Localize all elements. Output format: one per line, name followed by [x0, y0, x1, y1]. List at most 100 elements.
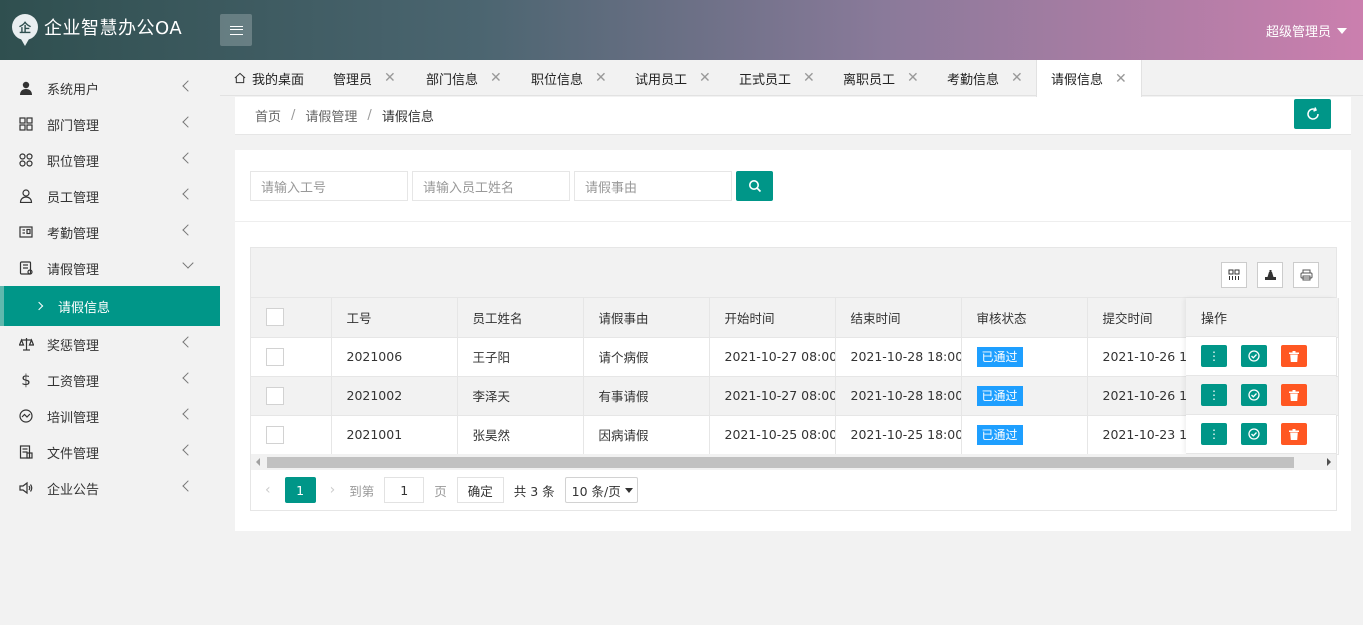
user-name: 超级管理员	[1265, 25, 1331, 40]
scroll-left-arrow-icon[interactable]	[256, 458, 260, 466]
close-icon[interactable]: ✕	[907, 70, 919, 86]
trash-icon	[1289, 389, 1299, 401]
app-title: 企业智慧办公OA	[44, 18, 183, 39]
scrollbar-thumb[interactable]	[267, 457, 1294, 468]
sidebar-item-announcements[interactable]: 企业公告	[0, 470, 220, 506]
delete-button[interactable]	[1281, 345, 1307, 367]
more-vertical-icon: ⋮	[1208, 388, 1220, 402]
tab-attendance[interactable]: 考勤信息 ✕	[947, 60, 1023, 96]
search-form: 请输入工号 请输入员工姓名 请假事由	[250, 171, 773, 201]
columns-filter-button[interactable]	[1221, 262, 1247, 288]
row-checkbox[interactable]	[266, 386, 284, 405]
tab-label: 管理员	[333, 72, 373, 88]
delete-button[interactable]	[1281, 384, 1307, 406]
grid-icon	[18, 116, 34, 132]
more-button[interactable]: ⋮	[1201, 423, 1227, 445]
approve-button[interactable]	[1241, 423, 1267, 445]
sidebar-item-label: 文件管理	[47, 446, 100, 462]
column-header[interactable]: 结束时间	[835, 298, 962, 338]
status-badge: 已通过	[976, 425, 1023, 445]
close-icon[interactable]: ✕	[1115, 71, 1127, 87]
sidebar-item-employees[interactable]: 员工管理	[0, 178, 220, 214]
refresh-button[interactable]	[1294, 99, 1331, 129]
employee-no-input[interactable]: 请输入工号	[250, 171, 408, 201]
prev-page-icon[interactable]: ‹	[265, 482, 271, 498]
sidebar-item-rewards[interactable]: 奖惩管理	[0, 326, 220, 362]
column-header[interactable]: 工号	[331, 298, 458, 338]
horizontal-scrollbar[interactable]	[251, 454, 1336, 470]
search-button[interactable]	[736, 171, 773, 201]
export-button[interactable]	[1257, 262, 1283, 288]
card-icon	[18, 224, 34, 240]
menu-toggle-button[interactable]	[220, 14, 252, 46]
sidebar-item-positions[interactable]: 职位管理	[0, 142, 220, 178]
app-logo[interactable]: 企 企业智慧办公OA	[12, 14, 183, 46]
user-menu[interactable]: 超级管理员	[1266, 21, 1347, 40]
approve-button[interactable]	[1241, 384, 1267, 406]
sidebar-item-label: 员工管理	[47, 190, 100, 206]
pagination: ‹ 1 › 到第 1 页 确定 共 3 条 10 条/页	[251, 470, 1336, 510]
sidebar-item-leave[interactable]: 请假管理	[0, 250, 220, 286]
tab-regular-staff[interactable]: 正式员工 ✕	[739, 60, 815, 96]
breadcrumb-section[interactable]: 请假管理	[305, 106, 357, 125]
sidebar-item-system-users[interactable]: 系统用户	[0, 70, 220, 106]
top-header: 企 企业智慧办公OA 超级管理员	[0, 0, 1363, 60]
cell-end-time: 2021-10-28 18:00	[835, 337, 962, 377]
hamburger-icon	[229, 25, 243, 35]
chevron-left-icon	[182, 372, 194, 384]
cell-employee-name: 张昊然	[457, 415, 584, 455]
sidebar-item-departments[interactable]: 部门管理	[0, 106, 220, 142]
column-header[interactable]: 开始时间	[709, 298, 836, 338]
cell-employee-no: 2021006	[331, 337, 458, 377]
tab-home[interactable]: 我的桌面	[234, 60, 304, 96]
next-page-icon[interactable]: ›	[330, 482, 336, 498]
close-icon[interactable]: ✕	[1011, 70, 1023, 86]
select-all-checkbox[interactable]	[266, 308, 284, 327]
more-button[interactable]: ⋮	[1201, 345, 1227, 367]
cell-start-time: 2021-10-25 08:00	[709, 415, 836, 455]
print-button[interactable]	[1293, 262, 1319, 288]
print-icon	[1300, 269, 1312, 281]
sidebar-subitem-leave-info[interactable]: 请假信息	[0, 286, 220, 326]
column-header[interactable]: 审核状态	[961, 298, 1088, 338]
chevron-left-icon	[182, 152, 194, 164]
tab-resigned-staff[interactable]: 离职员工 ✕	[843, 60, 919, 96]
delete-button[interactable]	[1281, 423, 1307, 445]
tab-probation-staff[interactable]: 试用员工 ✕	[635, 60, 711, 96]
employee-name-input[interactable]: 请输入员工姓名	[412, 171, 570, 201]
close-icon[interactable]: ✕	[803, 70, 815, 86]
sidebar-item-label: 考勤管理	[47, 226, 100, 242]
page-size-select[interactable]: 10 条/页	[564, 477, 638, 503]
close-icon[interactable]: ✕	[384, 70, 396, 86]
sidebar-item-attendance[interactable]: 考勤管理	[0, 214, 220, 250]
breadcrumb-home[interactable]: 首页	[255, 106, 281, 125]
export-icon	[1264, 270, 1276, 280]
tab-positions[interactable]: 职位信息 ✕	[531, 60, 607, 96]
status-badge: 已通过	[976, 386, 1023, 406]
cell-start-time: 2021-10-27 08:00	[709, 376, 836, 416]
leave-reason-input[interactable]: 请假事由	[574, 171, 732, 201]
more-button[interactable]: ⋮	[1201, 384, 1227, 406]
search-icon	[748, 180, 761, 193]
breadcrumb-separator: /	[367, 108, 372, 123]
sidebar-item-files[interactable]: 文件管理	[0, 434, 220, 470]
approve-button[interactable]	[1241, 345, 1267, 367]
tab-leave-info[interactable]: 请假信息 ✕	[1036, 60, 1142, 97]
scroll-right-arrow-icon[interactable]	[1327, 458, 1331, 466]
close-icon[interactable]: ✕	[595, 70, 607, 86]
tab-departments[interactable]: 部门信息 ✕	[426, 60, 502, 96]
close-icon[interactable]: ✕	[490, 70, 502, 86]
sidebar-item-salary[interactable]: $ 工资管理	[0, 362, 220, 398]
sidebar-item-training[interactable]: 培训管理	[0, 398, 220, 434]
row-select-cell	[251, 337, 332, 377]
column-header[interactable]: 员工姓名	[457, 298, 584, 338]
goto-page-input[interactable]: 1	[384, 477, 425, 503]
tab-admin[interactable]: 管理员 ✕	[333, 60, 396, 96]
goto-confirm-button[interactable]: 确定	[456, 477, 504, 503]
column-header[interactable]: 请假事由	[583, 298, 710, 338]
chevron-left-icon	[182, 188, 194, 200]
row-checkbox[interactable]	[266, 347, 284, 366]
close-icon[interactable]: ✕	[699, 70, 711, 86]
row-checkbox[interactable]	[266, 425, 284, 444]
page-number-current[interactable]: 1	[284, 477, 316, 503]
